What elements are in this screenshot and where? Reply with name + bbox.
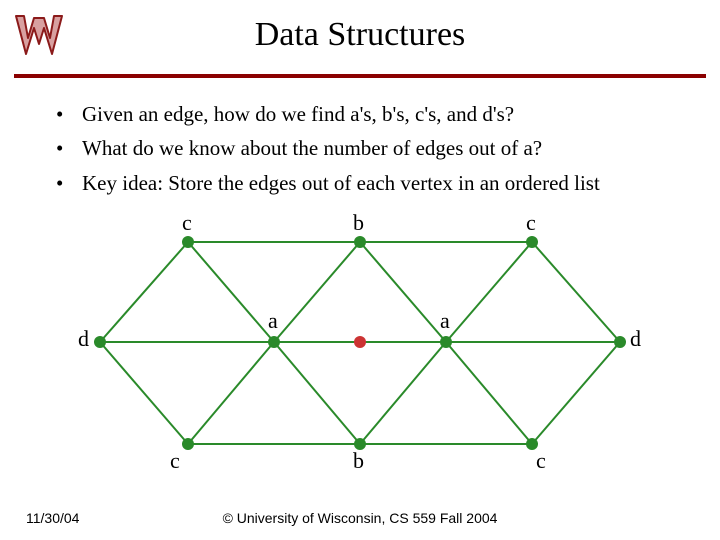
- vertex-label: c: [536, 448, 546, 474]
- vertex-label: c: [170, 448, 180, 474]
- title-underline: [14, 74, 706, 78]
- vertex-label: c: [182, 210, 192, 236]
- vertex-label: b: [353, 448, 364, 474]
- bullet-item: Given an edge, how do we find a's, b's, …: [56, 100, 676, 128]
- bullet-item: What do we know about the number of edge…: [56, 134, 676, 162]
- vertex-label: b: [353, 210, 364, 236]
- graph-diagram: c b c d a a d c b c: [70, 222, 650, 482]
- bullet-list: Given an edge, how do we find a's, b's, …: [56, 100, 676, 203]
- vertex-label: d: [630, 326, 641, 352]
- vertex-label: a: [440, 308, 450, 334]
- vertex-label: a: [268, 308, 278, 334]
- vertex-label: c: [526, 210, 536, 236]
- bullet-item: Key idea: Store the edges out of each ve…: [56, 169, 676, 197]
- slide-copyright: © University of Wisconsin, CS 559 Fall 2…: [0, 510, 720, 526]
- vertex-label: d: [78, 326, 89, 352]
- slide-title: Data Structures: [0, 16, 720, 54]
